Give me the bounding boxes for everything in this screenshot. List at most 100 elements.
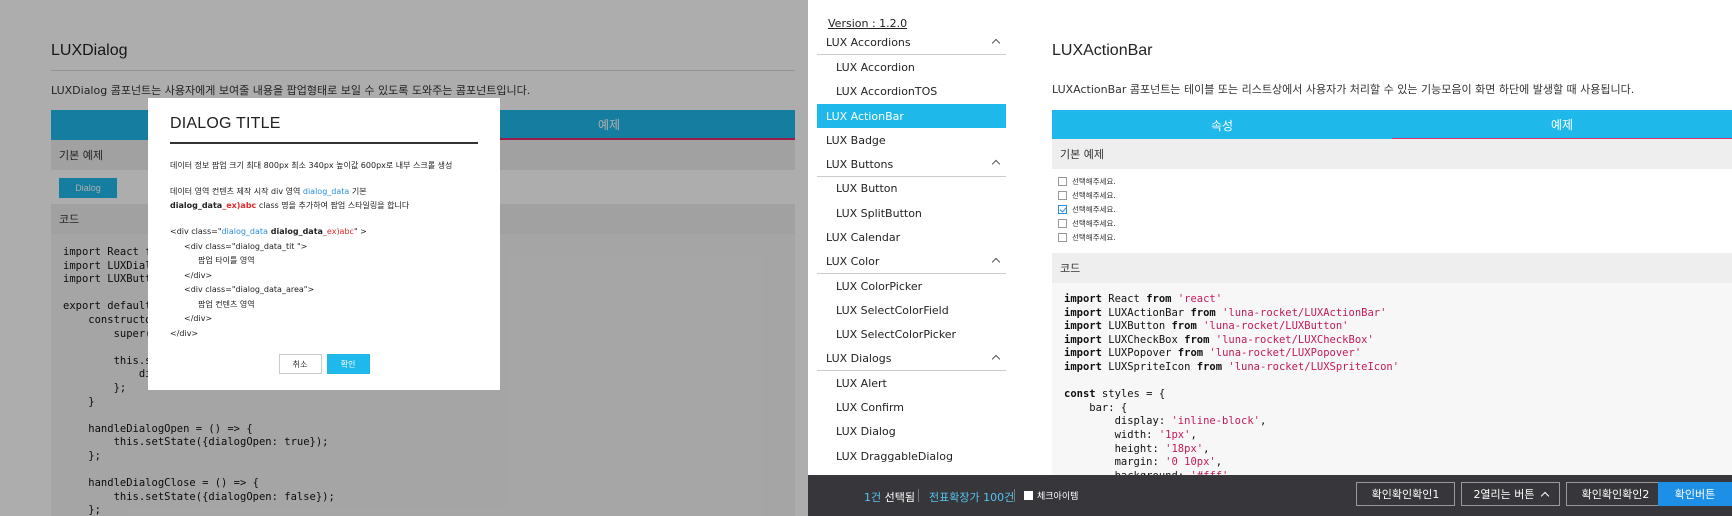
- sidebar-item-lux-confirm[interactable]: LUX Confirm: [817, 395, 1006, 419]
- code-line: width: '1px',: [1064, 429, 1732, 443]
- code-keyword: import: [1064, 347, 1102, 360]
- check-item-label: 체크아이템: [1037, 492, 1079, 502]
- sidebar-item-lux-selectcolorfield[interactable]: LUX SelectColorField: [817, 298, 1006, 322]
- content-page: LUXActionBar LUXActionBar 콤포넌트는 테이블 또는 리…: [1052, 0, 1732, 475]
- sidebar-item-lux-badge[interactable]: LUX Badge: [817, 128, 1006, 152]
- selected-count: 1건: [864, 491, 882, 504]
- chevron-up-icon[interactable]: [991, 257, 1001, 266]
- sidebar-item-label: LUX DraggableDialog: [836, 449, 953, 463]
- code-keyword: import: [1064, 320, 1102, 333]
- code-string: 'luna-rocket/LUXCheckBox': [1215, 333, 1374, 346]
- sidebar-item-lux-dialog[interactable]: LUX Dialog: [817, 420, 1006, 444]
- checkbox-item[interactable]: 선택해주세요.: [1058, 217, 1116, 231]
- code-line: const styles = {: [1064, 388, 1732, 402]
- confirm1-button[interactable]: 확인확인확인1: [1356, 482, 1455, 506]
- class-name: dialog_data: [302, 187, 350, 196]
- sidebar-item-lux-accordion[interactable]: LUX Accordion: [817, 55, 1006, 79]
- code-line: <div class="dialog_data_area">: [184, 285, 315, 294]
- text: class 명을 추가하여 팝업 스타일링을 합니다: [256, 201, 410, 210]
- selection-count: 1건 선택됨: [864, 489, 915, 505]
- separator: [918, 489, 919, 502]
- sidebar-item-label: LUX ColorPicker: [836, 279, 923, 293]
- checkbox[interactable]: [1058, 176, 1067, 186]
- sidebar-item-label: LUX Accordion: [836, 60, 915, 74]
- code-string: 'luna-rocket/LUXSpriteIcon': [1228, 360, 1400, 373]
- confirm2-button[interactable]: 확인확인확인2: [1566, 482, 1665, 506]
- sidebar-item-label: LUX Badge: [826, 133, 886, 147]
- checkbox[interactable]: [1058, 219, 1067, 229]
- dialog-modal: DIALOG TITLE 데이터 정보 팝업 크기 최대 800px 최소 34…: [148, 98, 500, 390]
- sidebar-item-lux-actionbar[interactable]: LUX ActionBar: [817, 103, 1006, 129]
- chevron-up-icon[interactable]: [991, 38, 1001, 48]
- checkbox-checked[interactable]: [1058, 204, 1067, 214]
- code-text: LUXSpriteIcon: [1101, 360, 1197, 373]
- page-title: LUXActionBar: [1052, 42, 1153, 59]
- checkbox-label: 선택해주세요.: [1072, 233, 1116, 243]
- sidebar-item-label: LUX AccordionTOS: [836, 85, 938, 99]
- code-string: 'luna-rocket/LUXActionBar': [1222, 306, 1387, 319]
- checkbox-item[interactable]: 선택해주세요.: [1058, 188, 1116, 202]
- sidebar-item-lux-button[interactable]: LUX Button: [817, 177, 1006, 201]
- dialog-title: DIALOG TITLE: [170, 115, 281, 132]
- dropdown-button[interactable]: 2열리는 버튼: [1461, 482, 1560, 506]
- sidebar-item-lux-splitbutton[interactable]: LUX SplitButton: [817, 201, 1006, 225]
- sidebar-item-lux-selectcolorpicker[interactable]: LUX SelectColorPicker: [817, 323, 1006, 347]
- checkbox-item[interactable]: 선택해주세요.: [1058, 231, 1116, 245]
- sidebar-item-lux-colorpicker[interactable]: LUX ColorPicker: [817, 274, 1006, 298]
- tab-properties[interactable]: 속성: [1052, 110, 1392, 140]
- code-line: </div>: [184, 314, 213, 323]
- sidebar-item-lux-draggabledialog[interactable]: LUX DraggableDialog: [817, 444, 1006, 468]
- checkbox[interactable]: [1024, 491, 1033, 500]
- class-name: dialog_data: [170, 201, 223, 210]
- code-keyword: import: [1064, 293, 1102, 305]
- dialog-markup-example: <div class="dialog_data dialog_data_ex)a…: [170, 225, 478, 341]
- confirm-button[interactable]: 확인: [326, 354, 370, 374]
- sidebar-item-lux-buttons[interactable]: LUX Buttons: [817, 152, 1006, 177]
- sidebar-item-lux-alert[interactable]: LUX Alert: [817, 371, 1006, 395]
- sidebar-item-lux-calendar[interactable]: LUX Calendar: [817, 225, 1006, 249]
- chevron-up-icon[interactable]: [991, 160, 1001, 169]
- checkbox[interactable]: [1058, 190, 1067, 200]
- text: 기본: [349, 187, 367, 196]
- code-line: import LUXButton from 'luna-rocket/LUXBu…: [1064, 320, 1732, 334]
- confirm-primary-button[interactable]: 확인버튼: [1658, 482, 1732, 506]
- checkbox-item[interactable]: 선택해주세요.: [1058, 174, 1116, 188]
- code-line: import React from 'react': [1064, 293, 1732, 307]
- tab-example[interactable]: 예제: [1392, 110, 1732, 140]
- code-keyword: const: [1064, 388, 1096, 401]
- code-keyword: from: [1146, 293, 1172, 305]
- code-string: 'luna-rocket/LUXButton': [1203, 320, 1349, 333]
- code-text: ,: [1259, 415, 1267, 428]
- action-bar: 1건 선택됨 전표확장가 100건 체크아이템 확인확인확인1 2열리는 버튼 …: [808, 475, 1732, 516]
- sidebar-item-label: LUX Buttons: [826, 157, 894, 171]
- code-keyword: from: [1184, 333, 1210, 346]
- code-line: bar: {: [1064, 402, 1732, 416]
- sidebar-item-lux-color[interactable]: LUX Color: [817, 250, 1006, 274]
- sidebar-item-lux-accordiontos[interactable]: LUX AccordionTOS: [817, 80, 1006, 104]
- basic-example-header: 기본 예제: [1052, 139, 1732, 169]
- chevron-up-icon[interactable]: [991, 354, 1001, 364]
- cancel-button[interactable]: 취소: [278, 354, 322, 374]
- checkbox[interactable]: [1058, 233, 1067, 243]
- code-text: <div class=": [170, 227, 222, 236]
- code-line: import LUXPopover from 'luna-rocket/LUXP…: [1064, 347, 1732, 361]
- code-line: 팝업 타이틀 영역: [198, 256, 255, 265]
- code-keyword: from: [1177, 347, 1204, 360]
- sidebar-item-lux-accordions[interactable]: LUX Accordions: [817, 31, 1006, 56]
- sidebar-item-label: LUX Dialog: [836, 425, 896, 439]
- sidebar-item-lux-dialogs[interactable]: LUX Dialogs: [817, 347, 1006, 372]
- dialog-class-info: 데이터 영역 컨텐츠 제작 시작 div 영역 dialog_data 기본 d…: [170, 185, 478, 213]
- code-line: import LUXSpriteIcon from 'luna-rocket/L…: [1064, 361, 1732, 375]
- version-link[interactable]: Version : 1.2.0: [828, 17, 907, 30]
- sidebar-item-label: LUX Dialogs: [826, 352, 892, 365]
- sidebar-item-label: LUX Alert: [836, 376, 887, 390]
- checkbox-item[interactable]: 선택해주세요.: [1058, 202, 1116, 216]
- left-panel: LUXDialog LUXDialog 콤포넌트는 사용자에게 보여줄 내용을 …: [0, 0, 808, 516]
- check-item[interactable]: 체크아이템: [1024, 489, 1078, 502]
- sidebar-item-label: LUX SelectColorField: [836, 303, 949, 317]
- chevron-up-icon: [1540, 491, 1549, 500]
- code-line: </div>: [170, 328, 199, 338]
- code-keyword: from: [1196, 360, 1223, 373]
- code-keyword: import: [1064, 333, 1102, 346]
- code-text: LUXActionBar: [1101, 306, 1191, 319]
